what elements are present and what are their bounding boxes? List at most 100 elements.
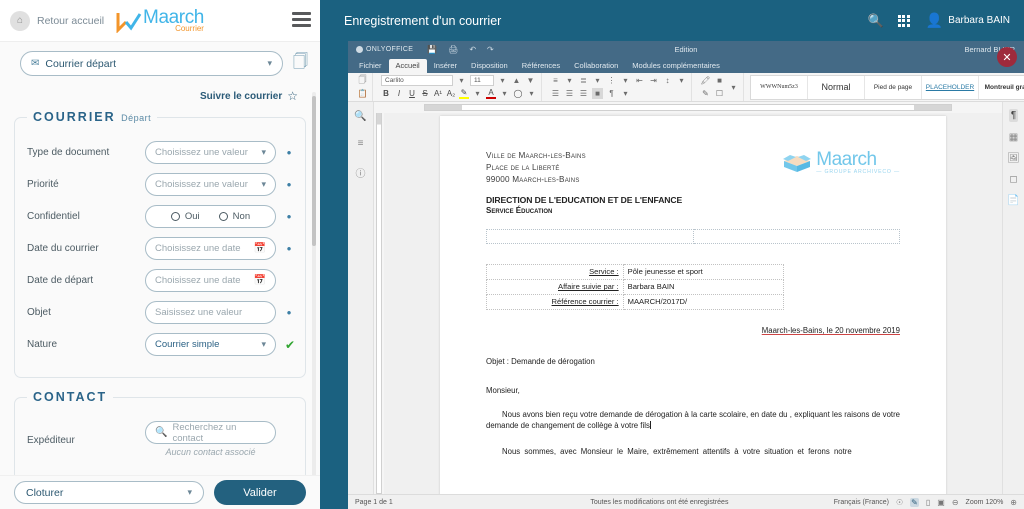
track-changes-icon[interactable]: ✎ <box>910 498 919 507</box>
follow-mail-action[interactable]: Suivre le courrier ☆ <box>0 85 320 106</box>
chevron-down-icon[interactable]: ▾ <box>728 82 739 93</box>
bold-button[interactable]: B <box>381 89 391 98</box>
headings-navigation-icon[interactable]: ≡ <box>358 138 364 149</box>
table-row[interactable]: Affaire suivie par : Barbara BAIN <box>487 279 784 294</box>
font-size-input[interactable]: 11 <box>470 75 494 86</box>
decrease-font-size-icon[interactable]: ▼ <box>525 75 536 86</box>
status-select[interactable]: Cloturer ▾ <box>14 481 204 504</box>
borders-icon[interactable]: ☐ <box>714 88 725 99</box>
radio-oui[interactable] <box>171 212 180 221</box>
letter-info-table[interactable]: Service : Pôle jeunesse et sport Affaire… <box>486 264 784 310</box>
show-marks-icon[interactable]: ¶ <box>606 88 617 99</box>
validate-button[interactable]: Valider <box>214 480 306 505</box>
chevron-down-icon[interactable]: ▾ <box>472 88 483 99</box>
undo-icon[interactable]: ↶ <box>469 45 476 54</box>
calendar-icon[interactable]: 📅 <box>254 243 266 254</box>
date-de-depart-input[interactable]: Choisissez une date 📅 <box>145 269 276 292</box>
confidentiel-radio-group[interactable]: Oui Non <box>145 205 276 228</box>
date-du-courrier-input[interactable]: Choisissez une date 📅 <box>145 237 276 260</box>
increase-font-size-icon[interactable]: ▲ <box>511 75 522 86</box>
document-page[interactable]: Ville de Maarch-les-Bains Place de la Li… <box>440 116 946 494</box>
tab-collaboration[interactable]: Collaboration <box>567 59 625 73</box>
horizontal-ruler[interactable] <box>374 102 1002 113</box>
copy-icon[interactable]: 🗍 <box>293 51 308 76</box>
chevron-down-icon[interactable]: ▾ <box>499 88 510 99</box>
language-indicator[interactable]: Français (France) <box>834 499 889 506</box>
star-icon[interactable]: ☆ <box>287 89 298 103</box>
multilevel-list-icon[interactable]: ⋮ <box>606 75 617 86</box>
close-icon[interactable]: ✕ <box>997 47 1017 67</box>
superscript-button[interactable]: A¹ <box>433 89 443 98</box>
header-placeholder-row[interactable] <box>486 229 900 244</box>
header-footer-settings-icon[interactable]: 📄 <box>1007 195 1019 206</box>
align-justify-icon[interactable]: ■ <box>592 88 603 99</box>
letter-salutation[interactable]: Monsieur, <box>486 386 900 395</box>
tab-inserer[interactable]: Insérer <box>427 59 464 73</box>
style-placeholder[interactable]: PLACEHOLDER <box>922 76 979 99</box>
clear-style-icon[interactable]: ◯ <box>513 89 523 98</box>
increase-indent-icon[interactable]: ⇥ <box>648 75 659 86</box>
placeholder-cell-right[interactable] <box>694 229 901 244</box>
calendar-icon[interactable]: 📅 <box>254 275 266 286</box>
paste-icon[interactable]: 📋 <box>357 88 368 99</box>
decrease-indent-icon[interactable]: ⇤ <box>634 75 645 86</box>
info-value-affaire[interactable]: Barbara BAIN <box>623 279 783 294</box>
chevron-down-icon[interactable]: ▾ <box>497 75 508 86</box>
chevron-down-icon[interactable]: ▾ <box>564 75 575 86</box>
paragraph-settings-icon[interactable]: ¶ <box>1009 109 1018 122</box>
subscript-button[interactable]: A₂ <box>446 89 456 98</box>
copy-icon[interactable]: 🗍 <box>357 75 368 86</box>
expediteur-search-input[interactable]: 🔍 Recherchez un contact <box>145 421 276 444</box>
back-home-button[interactable]: ⌂ Retour accueil <box>10 11 104 31</box>
info-value-service[interactable]: Pôle jeunesse et sport <box>623 264 783 279</box>
tab-fichier[interactable]: Fichier <box>352 59 389 73</box>
highlight-color-icon[interactable]: ✎ <box>459 88 469 99</box>
search-icon[interactable]: 🔍 <box>354 111 366 122</box>
chevron-down-icon[interactable]: ▾ <box>526 88 537 99</box>
tab-references[interactable]: Références <box>515 59 567 73</box>
spellcheck-icon[interactable]: ☉ <box>896 498 903 507</box>
priorite-select[interactable]: Choisissez une valeur ▾ <box>145 173 276 196</box>
objet-input[interactable]: Saisissez une valeur <box>145 301 276 324</box>
line-spacing-icon[interactable]: ↕ <box>662 75 673 86</box>
grid-apps-icon[interactable] <box>898 15 910 27</box>
placeholder-cell-left[interactable] <box>486 229 694 244</box>
style-pied-de-page[interactable]: Pied de page <box>865 76 922 99</box>
style-wwwnum5z3[interactable]: WWWNum5z3 <box>751 76 808 99</box>
type-de-document-select[interactable]: Choisissez une valeur ▾ <box>145 141 276 164</box>
strikethrough-button[interactable]: S <box>420 89 430 98</box>
italic-button[interactable]: I <box>394 89 404 98</box>
align-center-icon[interactable]: ☰ <box>564 88 575 99</box>
zoom-out-icon[interactable]: ⊖ <box>952 498 959 507</box>
vertical-ruler[interactable] <box>374 113 384 494</box>
tab-modules-complementaires[interactable]: Modules complémentaires <box>625 59 727 73</box>
replace-icon[interactable]: ✎ <box>700 88 711 99</box>
tab-disposition[interactable]: Disposition <box>464 59 515 73</box>
user-menu[interactable]: 👤 Barbara BAIN <box>926 12 1010 29</box>
underline-button[interactable]: U <box>407 89 417 98</box>
letter-subject[interactable]: Objet : Demande de dérogation <box>486 357 900 366</box>
hamburger-icon[interactable] <box>292 12 311 30</box>
table-row[interactable]: Référence courrier : MAARCH/2017D/ <box>487 294 784 309</box>
chevron-down-icon[interactable]: ▾ <box>620 75 631 86</box>
letter-paragraph-2[interactable]: Nous sommes, avec Monsieur le Maire, ext… <box>486 446 900 458</box>
style-normal[interactable]: Normal <box>808 76 865 99</box>
nature-select[interactable]: Courrier simple ▾ <box>145 333 276 356</box>
search-icon[interactable]: 🔍 <box>868 13 884 29</box>
style-montreuil-gras[interactable]: Montreuil gras <box>979 76 1024 99</box>
shading-icon[interactable]: ■ <box>714 75 725 86</box>
basket-select[interactable]: ✉ Courrier départ ▾ <box>20 51 283 76</box>
chevron-down-icon[interactable]: ▾ <box>676 75 687 86</box>
align-left-icon[interactable]: ☰ <box>550 88 561 99</box>
chevron-down-icon[interactable]: ▾ <box>620 88 631 99</box>
tab-accueil[interactable]: Accueil <box>389 59 427 73</box>
comments-icon[interactable]: ⓘ <box>356 165 366 180</box>
form-scrollbar[interactable] <box>312 92 316 487</box>
radio-non[interactable] <box>219 212 228 221</box>
font-name-input[interactable]: Carlito <box>381 75 453 86</box>
table-row[interactable]: Service : Pôle jeunesse et sport <box>487 264 784 279</box>
image-settings-icon[interactable]: 🖼 <box>1007 153 1020 164</box>
letter-paragraph-1[interactable]: Nous avons bien reçu votre demande de dé… <box>486 409 900 432</box>
zoom-level[interactable]: Zoom 120% <box>966 499 1004 506</box>
document-canvas[interactable]: Ville de Maarch-les-Bains Place de la Li… <box>384 113 1002 494</box>
